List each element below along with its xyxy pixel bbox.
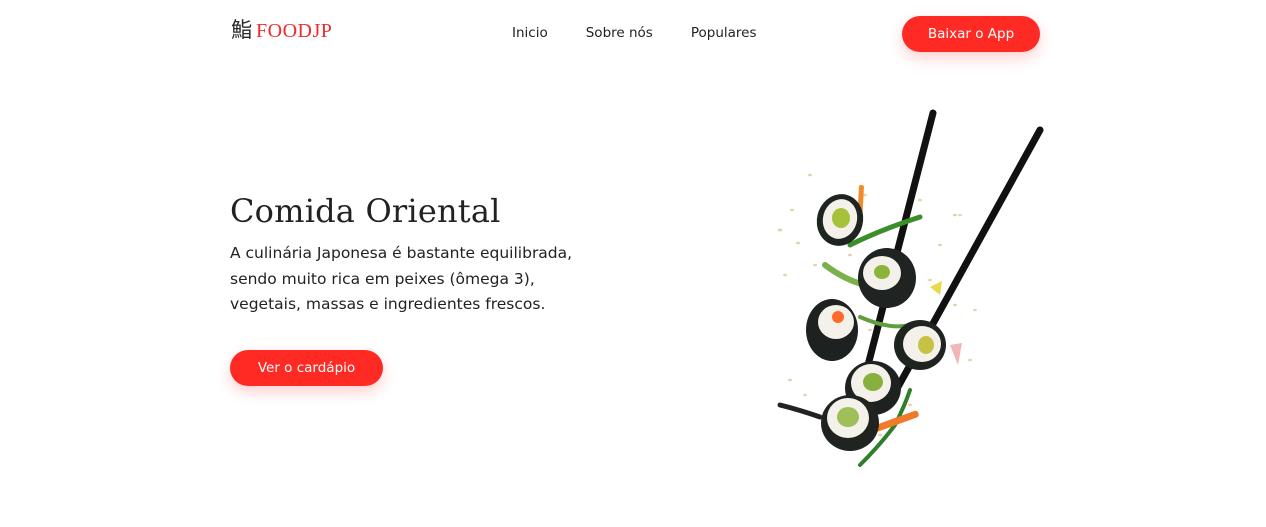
hero-description: A culinária Japonesa é bastante equilibr…	[230, 244, 573, 313]
logo-sushi-glyph: 鮨	[231, 18, 252, 42]
main-nav: Inicio Sobre nós Populares	[512, 25, 757, 41]
nav-link-sobre-nos[interactable]: Sobre nós	[586, 25, 653, 41]
sushi-roll-3	[806, 299, 858, 361]
nav-link-inicio[interactable]: Inicio	[512, 25, 548, 41]
sushi-roll-2	[858, 248, 916, 308]
view-menu-button[interactable]: Ver o cardápio	[230, 350, 383, 386]
sushi-chopsticks-icon	[777, 109, 1044, 467]
sushi-roll-4	[894, 320, 946, 370]
sushi-roll-6	[821, 395, 879, 451]
download-app-button[interactable]: Baixar o App	[902, 16, 1040, 52]
hero-title: Comida Oriental	[230, 192, 501, 230]
site-header: 鮨 FOODJP Inicio Sobre nós Populares Baix…	[0, 0, 1266, 68]
nav-link-populares[interactable]: Populares	[691, 25, 757, 41]
logo-text: FOODJP	[256, 19, 333, 42]
logo[interactable]: 鮨 FOODJP	[231, 20, 332, 41]
